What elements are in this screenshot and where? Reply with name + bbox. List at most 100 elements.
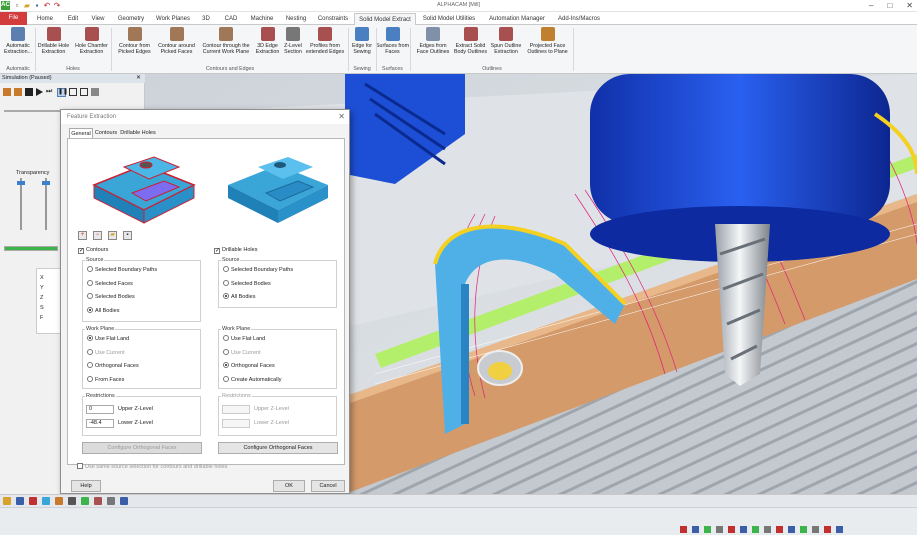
holes-source-option-selected-boundary-paths[interactable]: Selected Boundary Paths <box>223 266 293 274</box>
contours-workplane-option-use-flat-land[interactable]: Use Flat Land <box>87 335 129 343</box>
holes-lower-z-input[interactable] <box>222 419 250 428</box>
holes-check-icon[interactable]: ✓ <box>214 248 220 254</box>
ribbon-button-edges-from-face-outlines[interactable]: Edges from Face Outlines <box>414 27 452 65</box>
slider-thumb-2[interactable] <box>42 181 50 185</box>
tab-nesting[interactable]: Nesting <box>280 13 312 25</box>
contours-source-option-selected-faces[interactable]: Selected Faces <box>87 279 133 288</box>
contours-configure-button[interactable]: Configure Orthogonal Faces <box>82 442 202 454</box>
holes-source-option-all-bodies[interactable]: All Bodies <box>223 293 255 301</box>
ribbon-button-automatic-extraction[interactable]: Automatic Extraction... <box>2 27 34 65</box>
speed-slider[interactable] <box>4 110 60 112</box>
ok-button[interactable]: OK <box>273 480 305 492</box>
holes-workplane-option-create-automatically[interactable]: Create Automatically <box>223 375 281 384</box>
ribbon-button-surfaces-from-faces[interactable]: Surfaces from Faces <box>376 27 409 65</box>
step-back-icon[interactable] <box>3 88 11 96</box>
radio-icon[interactable] <box>223 279 229 286</box>
status-icon[interactable] <box>812 526 819 533</box>
ribbon-button-spun-outline-extraction[interactable]: Spun Outline Extraction <box>489 27 523 65</box>
add-icon[interactable]: + <box>78 231 87 240</box>
same-source-checkbox[interactable]: Use same source selection for contours a… <box>77 463 227 471</box>
holes-workplane-option-orthogonal-faces[interactable]: Orthogonal Faces <box>223 362 275 370</box>
ribbon-button-drillable-hole-extraction[interactable]: Drillable Hole Extraction <box>36 27 71 65</box>
folder-icon[interactable]: ▰ <box>108 231 117 240</box>
bottom-tool-icon[interactable] <box>107 497 115 505</box>
radio-icon[interactable] <box>87 266 93 272</box>
tab-add-ins-macros[interactable]: Add-Ins/Macros <box>552 13 606 25</box>
transparency-slider-1[interactable] <box>20 178 22 230</box>
contours-checkbox[interactable]: ✓ Contours <box>78 247 108 254</box>
bottom-tool-icon[interactable] <box>29 497 37 505</box>
contours-upper-z-input[interactable]: 0 <box>86 405 114 414</box>
contours-workplane-option-from-faces[interactable]: From Faces <box>87 375 124 384</box>
radio-icon[interactable] <box>223 348 229 355</box>
ribbon-button-hole-chamfer-extraction[interactable]: Hole Chamfer Extraction <box>73 27 110 65</box>
radio-icon[interactable] <box>87 335 93 341</box>
view-icon[interactable] <box>69 88 77 96</box>
status-icon[interactable] <box>680 526 687 533</box>
tab-cad[interactable]: CAD <box>218 13 244 25</box>
same-source-check-icon[interactable] <box>77 463 83 469</box>
bottom-tool-icon[interactable] <box>68 497 76 505</box>
ribbon-button-contour-around-picked-faces[interactable]: Contour around Picked Faces <box>156 27 197 65</box>
view2-icon[interactable] <box>80 88 88 96</box>
bottom-tool-icon[interactable] <box>120 497 128 505</box>
status-icon[interactable] <box>764 526 771 533</box>
tab-geometry[interactable]: Geometry <box>112 13 150 25</box>
play-icon[interactable] <box>36 88 43 96</box>
radio-icon[interactable] <box>87 293 93 299</box>
tab-constraints[interactable]: Constraints <box>314 13 352 25</box>
bottom-tool-icon[interactable] <box>42 497 50 505</box>
pause-icon[interactable]: ❚❚ <box>57 88 68 97</box>
radio-icon[interactable] <box>87 279 93 286</box>
panel-close-icon[interactable]: ✕ <box>136 74 141 83</box>
status-icon[interactable] <box>800 526 807 533</box>
status-icon[interactable] <box>740 526 747 533</box>
ribbon-button-edge-for-sewing[interactable]: Edge for Sewing <box>349 27 375 65</box>
stop-icon[interactable] <box>25 88 33 96</box>
minimize-icon[interactable]: – <box>869 0 873 11</box>
dialog-tab-general[interactable]: General <box>69 128 93 138</box>
maximize-icon[interactable]: □ <box>887 0 892 11</box>
help-button[interactable]: Help <box>71 480 101 492</box>
dialog-tab-contours[interactable]: Contours <box>93 128 119 138</box>
holes-upper-z-input[interactable] <box>222 405 250 414</box>
tab-machine[interactable]: Machine <box>246 13 278 25</box>
ribbon-button-projected-face-outlines-to-plane[interactable]: Projected Face Outlines to Plane <box>525 27 570 65</box>
bottom-tool-icon[interactable] <box>16 497 24 505</box>
status-icon[interactable] <box>788 526 795 533</box>
ribbon-button-extract-solid-body-outlines[interactable]: Extract Solid Body Outlines <box>453 27 488 65</box>
radio-icon[interactable] <box>223 362 229 368</box>
status-icon[interactable] <box>704 526 711 533</box>
tab-3d[interactable]: 3D <box>196 13 216 25</box>
radio-icon[interactable] <box>223 266 229 272</box>
status-icon[interactable] <box>716 526 723 533</box>
radio-icon[interactable] <box>87 362 93 368</box>
contours-lower-z-input[interactable]: -48.4 <box>86 419 114 428</box>
save-settings-icon[interactable]: ▪ <box>123 231 132 240</box>
tab-work-planes[interactable]: Work Planes <box>152 13 194 25</box>
bottom-tool-icon[interactable] <box>3 497 11 505</box>
cancel-button[interactable]: Cancel <box>311 480 345 492</box>
bottom-tool-icon[interactable] <box>55 497 63 505</box>
radio-icon[interactable] <box>87 375 93 382</box>
radio-icon[interactable] <box>87 306 93 313</box>
status-icon[interactable] <box>776 526 783 533</box>
status-icon[interactable] <box>824 526 831 533</box>
ribbon-button-z-level-section[interactable]: Z-Level Section <box>282 27 304 65</box>
holes-workplane-option-use-flat-land[interactable]: Use Flat Land <box>223 335 265 343</box>
tab-automation-manager[interactable]: Automation Manager <box>484 13 550 25</box>
bottom-tool-icon[interactable] <box>94 497 102 505</box>
status-icon[interactable] <box>836 526 843 533</box>
radio-icon[interactable] <box>87 348 93 355</box>
contours-source-option-selected-bodies[interactable]: Selected Bodies <box>87 293 135 301</box>
holes-source-option-selected-bodies[interactable]: Selected Bodies <box>223 279 271 288</box>
tool-icon[interactable] <box>91 88 99 96</box>
ribbon-button-contour-from-picked-edges[interactable]: Contour from Picked Edges <box>115 27 154 65</box>
contours-workplane-option-use-current[interactable]: Use Current <box>87 348 125 357</box>
radio-icon[interactable] <box>223 293 229 299</box>
radio-icon[interactable] <box>223 335 229 341</box>
tab-view[interactable]: View <box>86 13 110 25</box>
ribbon-button-3d-edge-extraction[interactable]: 3D Edge Extraction <box>254 27 281 65</box>
tab-solid-model-extract[interactable]: Solid Model Extract <box>354 13 416 25</box>
dialog-tab-drillable-holes[interactable]: Drillable Holes <box>119 128 157 138</box>
